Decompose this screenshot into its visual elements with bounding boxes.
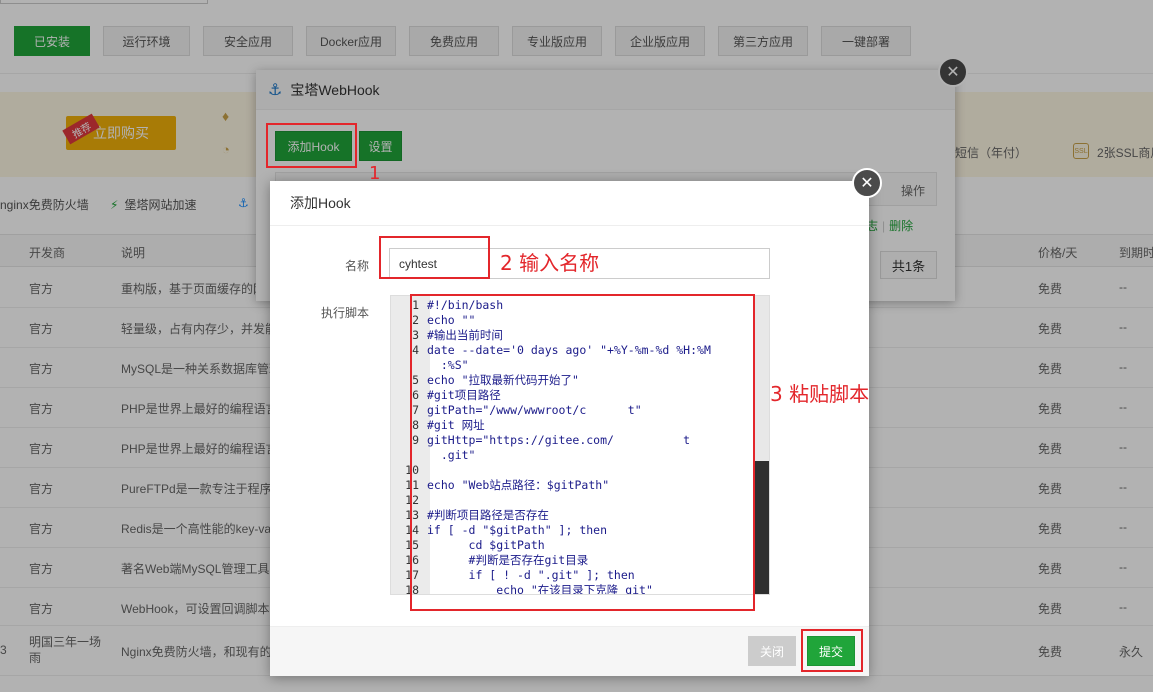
annotation-step-3: 3 粘贴脚本 xyxy=(770,382,870,406)
close-button[interactable]: 关闭 xyxy=(748,636,796,666)
scrollbar-track[interactable] xyxy=(755,296,769,461)
add-hook-title: 添加Hook xyxy=(270,181,869,226)
scrollbar-area[interactable] xyxy=(755,461,769,594)
close-icon[interactable]: ✕ xyxy=(852,168,882,198)
annotation-box-name xyxy=(379,236,490,279)
annotation-step-1: 1 xyxy=(369,163,381,184)
annotation-box-add-hook xyxy=(266,123,357,168)
annotation-step-2: 2 输入名称 xyxy=(500,251,600,275)
annotation-box-script xyxy=(410,294,755,611)
script-label: 执行脚本 xyxy=(321,306,370,320)
annotation-box-submit xyxy=(801,629,863,672)
name-label: 名称 xyxy=(345,259,370,273)
